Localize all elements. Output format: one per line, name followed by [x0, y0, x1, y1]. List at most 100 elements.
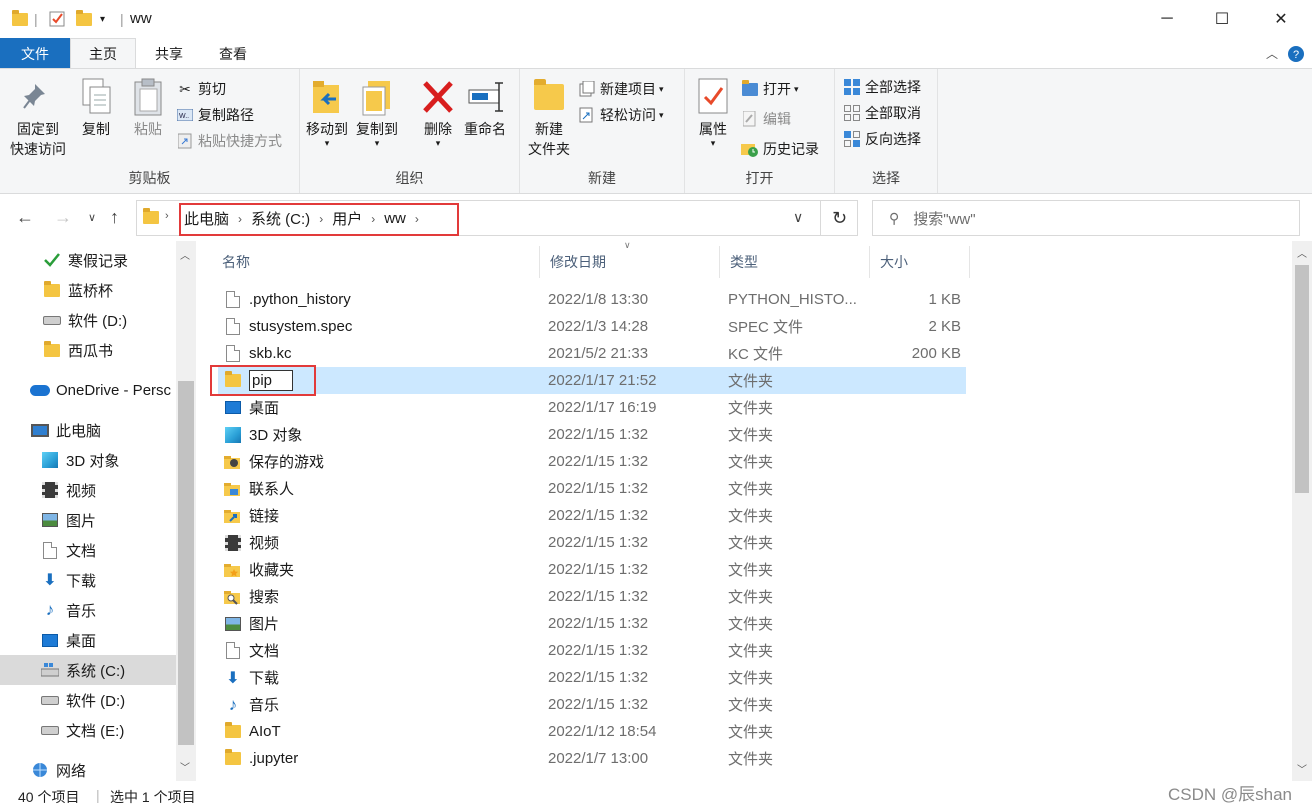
file-icon [224, 318, 242, 336]
type-cell: 文件夹 [728, 643, 774, 660]
file-name: 图片 [249, 616, 280, 633]
size-cell: 1 KB [928, 291, 961, 308]
table-row[interactable]: ⬇ 下载 2022/1/15 1:32 文件夹 [218, 664, 966, 691]
type-cell: 文件夹 [728, 427, 774, 444]
date-cell: 2022/1/15 1:32 [548, 453, 649, 470]
table-row[interactable]: AIoT 2022/1/12 18:54 文件夹 [218, 718, 966, 745]
svg-text:?: ? [1293, 49, 1299, 61]
size-cell [878, 718, 961, 745]
type-cell: SPEC 文件 [728, 319, 804, 336]
date-cell: 2022/1/7 13:00 [548, 750, 649, 767]
scroll-up-arrow-icon[interactable]: ︿ [1297, 245, 1307, 260]
name-cell: 联系人 [224, 475, 534, 502]
file-name: 搜索 [249, 589, 280, 606]
table-row[interactable]: skb.kc 2021/5/2 21:33 KC 文件 200 KB [218, 340, 966, 367]
cube-icon [224, 426, 242, 444]
date-cell: 2022/1/3 14:28 [548, 318, 649, 335]
type-cell: 文件夹 [728, 616, 774, 633]
file-name: 保存的游戏 [249, 454, 325, 471]
name-cell: 3D 对象 [224, 421, 534, 448]
watermark: CSDN @辰shan [1167, 785, 1292, 804]
table-row[interactable]: 视频 2022/1/15 1:32 文件夹 [218, 529, 966, 556]
name-cell: 视频 [224, 529, 534, 556]
table-row[interactable]: 图片 2022/1/15 1:32 文件夹 [218, 610, 966, 637]
date-cell: 2022/1/15 1:32 [548, 642, 649, 659]
date-cell: 2022/1/15 1:32 [548, 426, 649, 443]
type-cell: 文件夹 [728, 589, 774, 606]
document-icon [224, 642, 242, 660]
table-row[interactable]: .jupyter 2022/1/7 13:00 文件夹 [218, 745, 966, 772]
size-cell [878, 475, 961, 502]
table-row[interactable]: 收藏夹 2022/1/15 1:32 文件夹 [218, 556, 966, 583]
name-cell: .python_history [224, 286, 534, 313]
file-name: skb.kc [249, 345, 292, 362]
type-cell: 文件夹 [728, 724, 774, 741]
film-icon [224, 534, 242, 552]
name-cell: stusystem.spec [224, 313, 534, 340]
type-cell: KC 文件 [728, 346, 784, 363]
size-cell [878, 745, 961, 772]
folder-icon [224, 749, 242, 768]
file-name: 下载 [249, 670, 280, 687]
size-cell: 200 KB [911, 345, 961, 362]
date-cell: 2022/1/15 1:32 [548, 615, 649, 632]
file-icon [224, 345, 242, 363]
folder-icon [224, 722, 242, 741]
file-icon [224, 291, 242, 309]
date-cell: 2022/1/15 1:32 [548, 480, 649, 497]
type-cell: 文件夹 [728, 454, 774, 471]
table-row[interactable]: stusystem.spec 2022/1/3 14:28 SPEC 文件 2 KB [218, 313, 966, 340]
date-cell: 2022/1/15 1:32 [548, 669, 649, 686]
size-cell [878, 691, 961, 718]
file-list-scroll-thumb[interactable] [1295, 265, 1309, 493]
size-cell [878, 610, 961, 637]
size-cell [878, 637, 961, 664]
download-icon: ⬇ [226, 669, 240, 687]
selection-count: 选中 1 个项目 [110, 789, 196, 805]
size-cell [878, 367, 961, 394]
file-name: 链接 [249, 508, 280, 525]
table-row[interactable]: 联系人 2022/1/15 1:32 文件夹 [218, 475, 966, 502]
size-cell [878, 664, 961, 691]
table-row[interactable]: 3D 对象 2022/1/15 1:32 文件夹 [218, 421, 966, 448]
name-cell: 图片 [224, 610, 534, 637]
type-cell: 文件夹 [728, 562, 774, 579]
file-name: AIoT [249, 723, 281, 740]
table-row[interactable]: 文档 2022/1/15 1:32 文件夹 [218, 637, 966, 664]
status-bar: 40 个项目 | 选中 1 个项目 [0, 781, 1312, 810]
name-cell: ♪ 音乐 [224, 691, 534, 718]
date-cell: 2022/1/15 1:32 [548, 561, 649, 578]
date-cell: 2022/1/17 21:52 [548, 372, 657, 389]
table-row[interactable]: 链接 2022/1/15 1:32 文件夹 [218, 502, 966, 529]
name-cell: skb.kc [224, 340, 534, 367]
pip-annotation-box [210, 365, 316, 396]
table-row[interactable]: 保存的游戏 2022/1/15 1:32 文件夹 [218, 448, 966, 475]
table-row[interactable]: pip 2022/1/17 21:52 文件夹 [218, 367, 966, 394]
file-list-scrollbar[interactable]: ︿ ﹀ [1292, 241, 1312, 781]
file-name: 联系人 [249, 481, 295, 498]
size-cell [878, 583, 961, 610]
games-folder-icon [224, 453, 242, 471]
file-list: .python_history 2022/1/8 13:30 PYTHON_HIST… [0, 0, 1292, 779]
name-cell: AIoT [224, 718, 534, 745]
table-row[interactable]: 搜索 2022/1/15 1:32 文件夹 [218, 583, 966, 610]
date-cell: 2021/5/2 21:33 [548, 345, 649, 362]
separator: | [96, 787, 100, 803]
file-name: 视频 [249, 535, 280, 552]
name-cell: .jupyter [224, 745, 534, 772]
name-cell: ⬇ 下载 [224, 664, 534, 691]
name-cell: 搜索 [224, 583, 534, 610]
size-cell [878, 556, 961, 583]
size-cell [878, 394, 961, 421]
type-cell: 文件夹 [728, 751, 774, 768]
date-cell: 2022/1/15 1:32 [548, 696, 649, 713]
scroll-down-arrow-icon[interactable]: ﹀ [1297, 761, 1307, 776]
table-row[interactable]: 桌面 2022/1/17 16:19 文件夹 [218, 394, 966, 421]
name-cell: 文档 [224, 637, 534, 664]
date-cell: 2022/1/12 18:54 [548, 723, 657, 740]
file-name: 收藏夹 [249, 562, 295, 579]
file-name: .jupyter [249, 750, 299, 767]
table-row[interactable]: .python_history 2022/1/8 13:30 PYTHON_HIST… [218, 286, 966, 313]
table-row[interactable]: ♪ 音乐 2022/1/15 1:32 文件夹 [218, 691, 966, 718]
file-name: .python_history [249, 291, 351, 308]
